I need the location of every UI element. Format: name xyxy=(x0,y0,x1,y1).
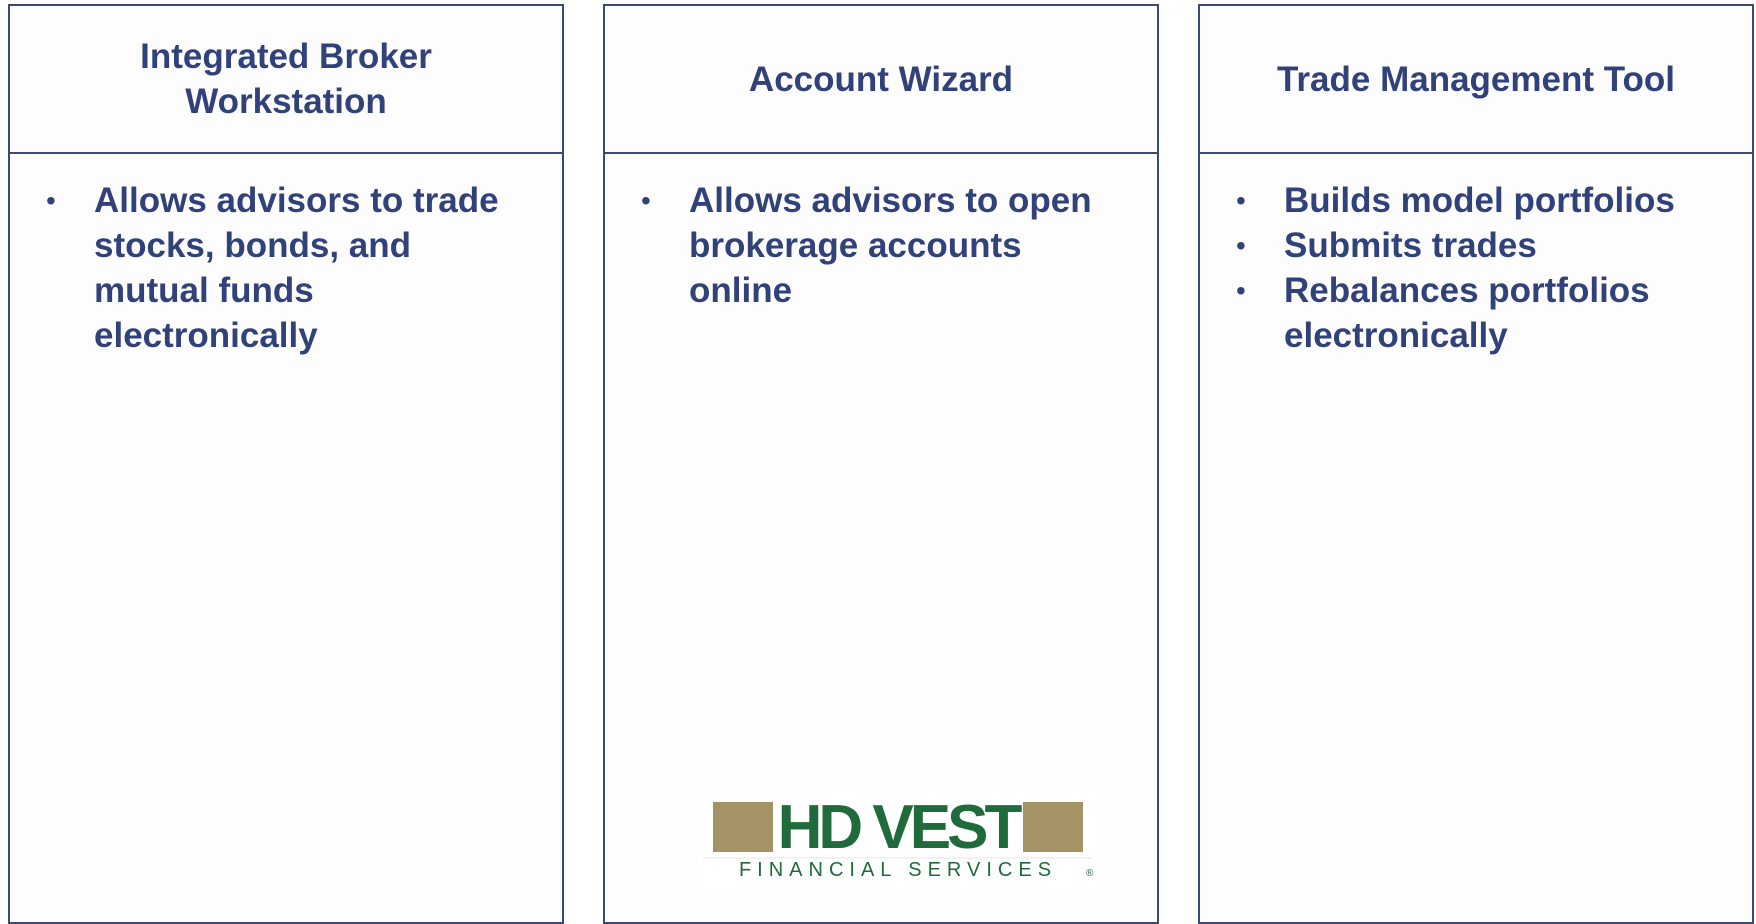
panel-body: • Allows advisors to open brokerage acco… xyxy=(605,154,1157,313)
bullet-item: • Builds model portfolios xyxy=(1236,178,1752,223)
panel-trade-management-tool: Trade Management Tool • Builds model por… xyxy=(1198,4,1754,924)
panel-header: Trade Management Tool xyxy=(1200,6,1752,154)
panel-account-wizard: Account Wizard • Allows advisors to open… xyxy=(603,4,1159,924)
panel-header: Account Wizard xyxy=(605,6,1157,154)
bullet-item: • Submits trades xyxy=(1236,223,1752,268)
logo-main-text: HD VEST xyxy=(778,793,1023,862)
bullet-item: • Allows advisors to trade stocks, bonds… xyxy=(46,178,562,358)
bullet-item: • Rebalances portfolios electronically xyxy=(1236,268,1752,358)
panel-body: • Builds model portfolios • Submits trad… xyxy=(1200,154,1752,358)
bullet-icon: • xyxy=(46,185,56,216)
bullet-icon: • xyxy=(1236,275,1246,306)
bullet-list: • Allows advisors to open brokerage acco… xyxy=(605,178,1157,313)
panel-integrated-broker-workstation: Integrated Broker Workstation • Allows a… xyxy=(8,4,564,924)
panel-header: Integrated Broker Workstation xyxy=(10,6,562,154)
panel-title: Account Wizard xyxy=(748,59,1014,99)
bullet-icon: • xyxy=(1236,185,1246,216)
bullet-list: • Allows advisors to trade stocks, bonds… xyxy=(10,178,562,358)
bullet-item: • Allows advisors to open brokerage acco… xyxy=(641,178,1157,313)
hd-vest-logo: HD VEST FINANCIAL SERVICES ® xyxy=(698,792,1098,888)
bullet-icon: • xyxy=(641,185,651,216)
logo-registered-mark: ® xyxy=(1086,868,1094,879)
panel-body: • Allows advisors to trade stocks, bonds… xyxy=(10,154,562,358)
bullet-icon: • xyxy=(1236,230,1246,261)
bullet-list: • Builds model portfolios • Submits trad… xyxy=(1200,178,1752,358)
panel-title: Integrated Broker Workstation xyxy=(140,37,432,121)
panel-title: Trade Management Tool xyxy=(1276,59,1676,99)
logo-sub-text: FINANCIAL SERVICES xyxy=(739,859,1057,881)
